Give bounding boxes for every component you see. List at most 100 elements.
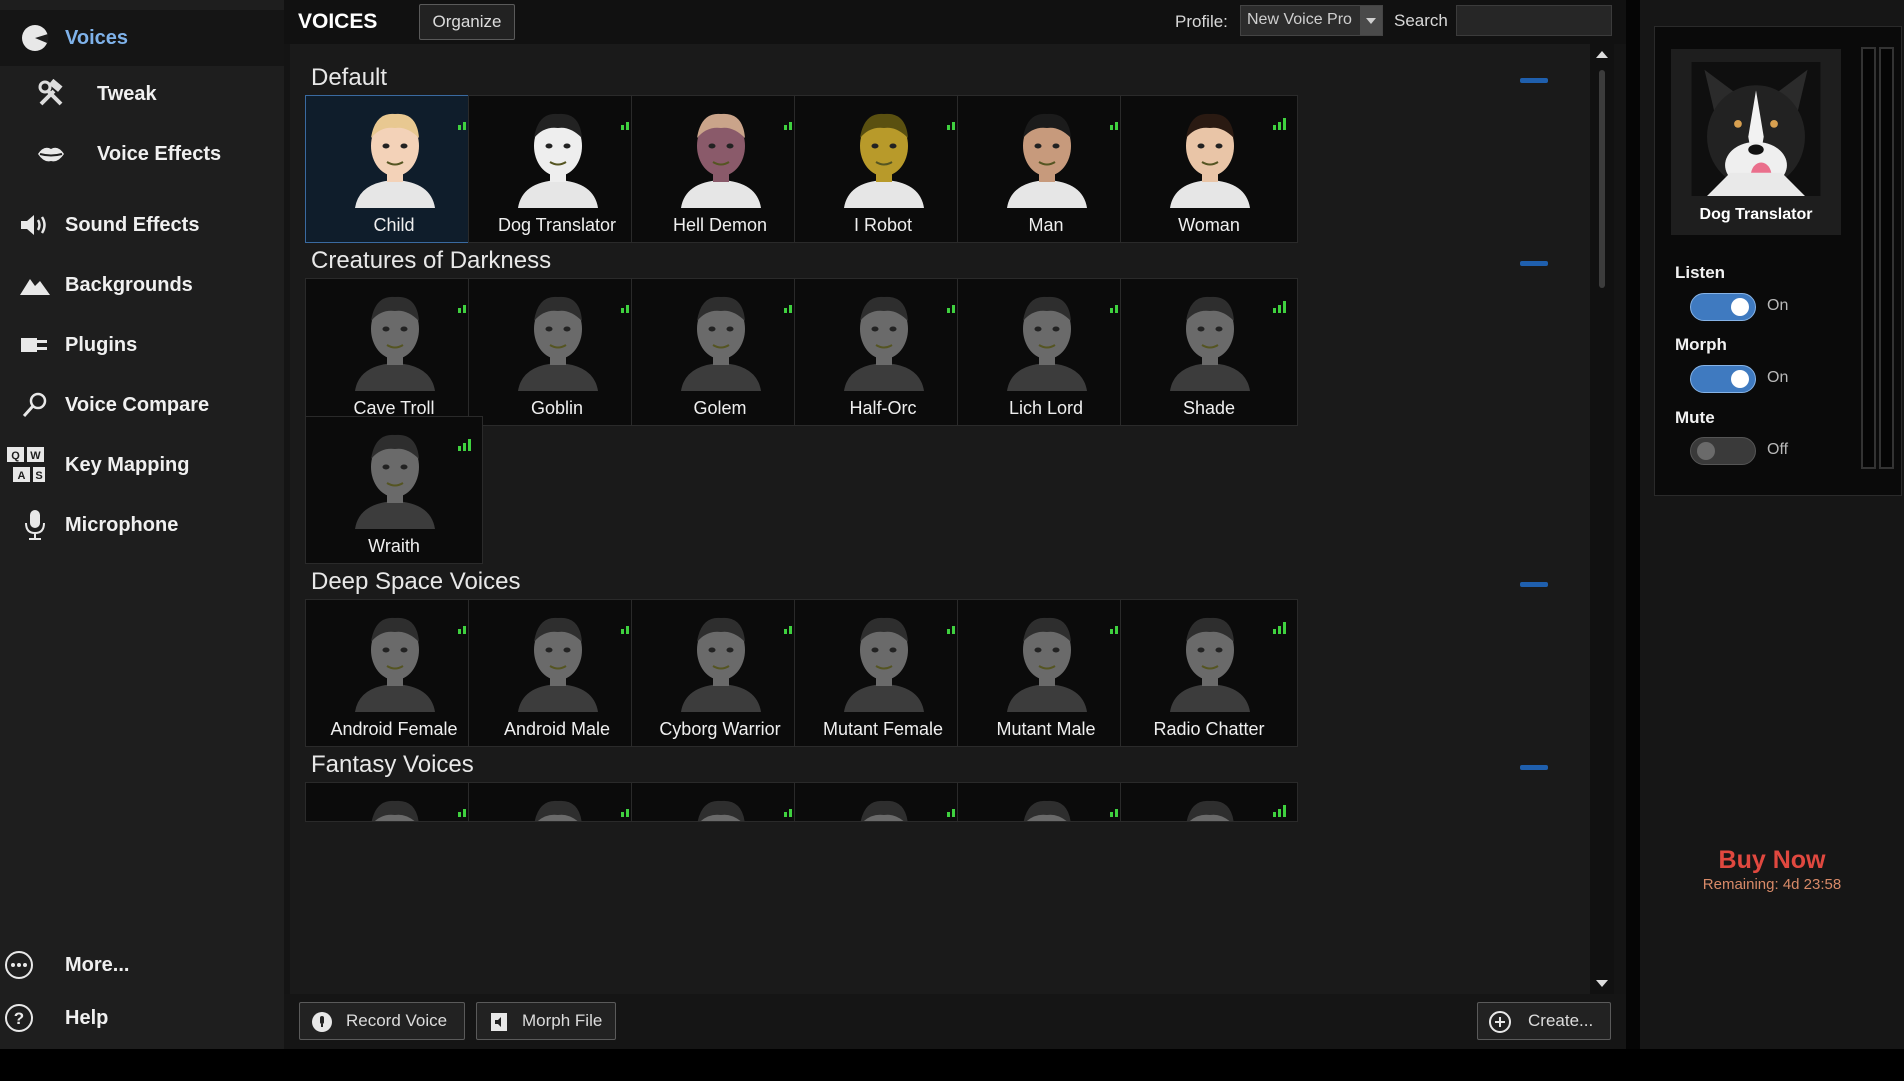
morph-file-button[interactable]: Morph File [476, 1002, 616, 1040]
listen-label: Listen [1675, 263, 1726, 282]
mute-toggle[interactable] [1690, 437, 1756, 465]
svg-text:?: ? [14, 1009, 24, 1028]
voice-avatar [1170, 296, 1250, 391]
sidebar-help[interactable]: ? Help [0, 990, 284, 1046]
voice-tile[interactable] [631, 782, 809, 822]
voice-avatar [844, 113, 924, 208]
voice-tile[interactable]: Cyborg Warrior [631, 599, 809, 747]
voice-tile[interactable] [1120, 782, 1298, 822]
signal-icon [1273, 118, 1286, 130]
record-voice-button[interactable]: Record Voice [299, 1002, 465, 1040]
voice-tile[interactable]: Child [305, 95, 483, 243]
organize-button[interactable]: Organize [419, 4, 515, 40]
category-title: Deep Space Voices [311, 568, 521, 595]
voice-tile[interactable] [794, 782, 972, 822]
voice-tile[interactable]: Mutant Male [957, 599, 1135, 747]
current-voice-preview[interactable]: Dog Translator [1671, 49, 1841, 235]
profile-value: New Voice Pro [1247, 11, 1352, 28]
sidebar: Voices Tweak Voice Effects Sound Effects… [0, 0, 284, 1049]
collapse-category-button[interactable] [1520, 78, 1548, 83]
voice-tile[interactable]: Android Male [468, 599, 646, 747]
voice-name: Golem [693, 398, 747, 418]
sidebar-item-label: Voices [65, 26, 128, 49]
sidebar-item-label: Voice Effects [97, 142, 222, 165]
voice-avatar [518, 617, 598, 712]
right-panel: Dog Translator Listen On Morph On Mute O… [1626, 0, 1904, 1049]
scroll-up-icon[interactable] [1595, 49, 1609, 59]
scroll-down-icon[interactable] [1595, 979, 1609, 989]
profile-select[interactable]: New Voice Pro [1240, 5, 1383, 36]
voice-tile[interactable]: Woman [1120, 95, 1298, 243]
speaker-icon [18, 208, 52, 242]
voice-avatar [1023, 800, 1071, 821]
sidebar-item-backgrounds[interactable]: Backgrounds [0, 257, 284, 313]
voice-tile[interactable]: Dog Translator [468, 95, 646, 243]
sidebar-item-label: Backgrounds [65, 273, 193, 296]
search-label: Search [1394, 11, 1448, 30]
voice-tile[interactable]: Shade [1120, 278, 1298, 426]
voice-avatar [1007, 113, 1087, 208]
voice-tile[interactable]: Golem [631, 278, 809, 426]
voice-tile[interactable]: Goblin [468, 278, 646, 426]
sidebar-item-label: Tweak [97, 82, 157, 105]
voice-avatar [1170, 113, 1250, 208]
voice-avatar [355, 434, 435, 529]
sidebar-item-voice-effects[interactable]: Voice Effects [0, 126, 284, 182]
voice-tile[interactable]: Man [957, 95, 1135, 243]
voice-name: Wraith [368, 536, 420, 556]
voice-tile[interactable]: Radio Chatter [1120, 599, 1298, 747]
more-icon [2, 948, 36, 982]
voice-tile[interactable]: Lich Lord [957, 278, 1135, 426]
voice-tile[interactable] [305, 782, 483, 822]
voice-tile[interactable] [957, 782, 1135, 822]
voice-name: Half-Orc [849, 398, 917, 418]
voice-tile[interactable]: Android Female [305, 599, 483, 747]
voice-tile[interactable] [468, 782, 646, 822]
sidebar-item-voices[interactable]: Voices [0, 10, 284, 66]
sidebar-item-sound-effects[interactable]: Sound Effects [0, 197, 284, 253]
create-button[interactable]: Create... [1477, 1002, 1611, 1040]
voice-avatar [518, 113, 598, 208]
current-voice-box: Dog Translator Listen On Morph On Mute O… [1654, 26, 1902, 496]
sidebar-item-key-mapping[interactable]: Q W A S Key Mapping [0, 437, 284, 493]
sidebar-item-tweak[interactable]: Tweak [0, 66, 284, 122]
key-q-label: Q [11, 450, 20, 462]
voices-icon [18, 21, 52, 55]
page-title: VOICES [298, 10, 378, 33]
more-label: More... [65, 953, 130, 976]
morph-toggle[interactable] [1690, 365, 1756, 393]
sidebar-item-label: Voice Compare [65, 393, 210, 416]
buy-now-link[interactable]: Buy Now [1640, 846, 1904, 875]
help-icon: ? [2, 1001, 36, 1035]
search-input[interactable] [1456, 5, 1612, 36]
scroll-thumb[interactable] [1599, 70, 1605, 288]
voice-tile[interactable]: I Robot [794, 95, 972, 243]
tools-icon [34, 77, 68, 111]
voice-avatar [697, 800, 745, 821]
scrollbar[interactable] [1590, 44, 1614, 994]
listen-toggle[interactable] [1690, 293, 1756, 321]
sidebar-item-voice-compare[interactable]: Voice Compare [0, 377, 284, 433]
main-panel: VOICES Organize Profile: New Voice Pro S… [284, 0, 1626, 1049]
voice-tile[interactable]: Wraith [305, 416, 483, 564]
voice-tile[interactable]: Half-Orc [794, 278, 972, 426]
collapse-category-button[interactable] [1520, 582, 1548, 587]
voice-tile[interactable]: Hell Demon [631, 95, 809, 243]
profile-label: Profile: [1175, 12, 1228, 31]
magnifier-icon [18, 388, 52, 422]
voice-tile[interactable]: Cave Troll [305, 278, 483, 426]
collapse-category-button[interactable] [1520, 261, 1548, 266]
collapse-category-button[interactable] [1520, 765, 1548, 770]
voice-list[interactable]: Default Child Dog Translator Hell Demon I Ro… [290, 44, 1590, 994]
plug-icon [18, 328, 52, 362]
signal-icon [1273, 622, 1286, 634]
sidebar-item-microphone[interactable]: Microphone [0, 497, 284, 553]
voice-tile[interactable]: Mutant Female [794, 599, 972, 747]
help-label: Help [65, 1006, 109, 1029]
sidebar-item-plugins[interactable]: Plugins [0, 317, 284, 373]
sidebar-more[interactable]: More... [0, 937, 284, 993]
voice-name: Hell Demon [672, 215, 768, 235]
voice-name: Android Male [503, 719, 611, 739]
voice-name: Android Female [330, 719, 458, 739]
chevron-down-icon[interactable] [1360, 6, 1382, 35]
